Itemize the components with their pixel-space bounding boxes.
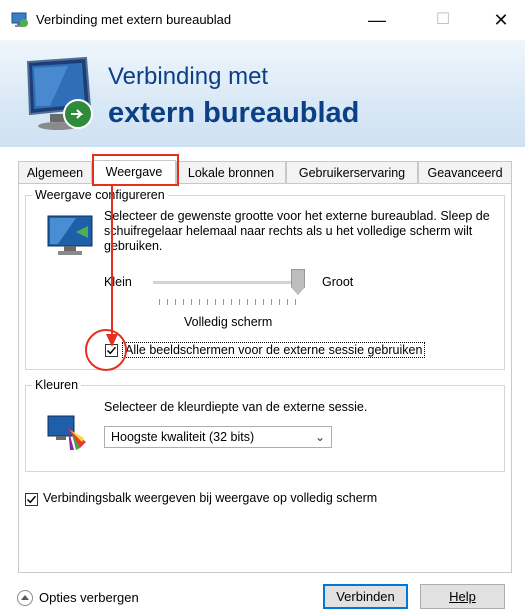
display-monitor-icon: [47, 215, 93, 255]
tab-highlight-annotation: [92, 154, 179, 186]
minimize-button[interactable]: —: [354, 0, 400, 40]
hide-options-link[interactable]: Opties verbergen: [39, 590, 139, 605]
remote-desktop-monitor-icon: [26, 56, 93, 130]
dialog-footer: Opties verbergen Verbinden Help: [0, 584, 525, 611]
color-depth-select[interactable]: Hoogste kwaliteit (32 bits) ⌄: [104, 426, 332, 448]
display-description: Selecteer de gewenste grootte voor het e…: [104, 209, 490, 253]
remote-desktop-app-icon: [11, 12, 28, 27]
tab-lokale-bronnen[interactable]: Lokale bronnen: [176, 161, 286, 184]
display-config-legend: Weergave configureren: [32, 188, 168, 202]
title-bar: Verbinding met extern bureaublad — ☐ ✕: [0, 0, 525, 40]
color-palette-icon: [47, 415, 86, 450]
connection-bar-checkbox[interactable]: [25, 493, 38, 506]
window-title: Verbinding met extern bureaublad: [36, 12, 232, 27]
colors-legend: Kleuren: [32, 378, 82, 392]
slider-value-label: Volledig scherm: [184, 315, 273, 329]
header-banner: Verbinding met extern bureaublad: [0, 40, 525, 147]
colors-group: Kleuren Selecteer de kleurdiepte van de …: [25, 378, 505, 472]
banner-title-line1: Verbinding met: [108, 63, 269, 90]
maximize-button[interactable]: ☐: [420, 0, 466, 40]
tab-geavanceerd[interactable]: Geavanceerd: [418, 161, 512, 184]
connection-bar-label[interactable]: Verbindingsbalk weergeven bij weergave o…: [43, 491, 377, 505]
circle-highlight-annotation: [85, 329, 127, 371]
close-button[interactable]: ✕: [478, 0, 524, 40]
checkmark-icon: [26, 495, 37, 504]
color-depth-value: Hoogste kwaliteit (32 bits): [111, 430, 255, 444]
red-arrow-annotation: [106, 186, 118, 347]
tab-gebruikerservaring[interactable]: Gebruikerservaring: [286, 161, 418, 184]
connect-button[interactable]: Verbinden: [323, 584, 408, 609]
collapse-up-icon[interactable]: [17, 590, 33, 606]
display-size-slider-thumb[interactable]: [291, 269, 305, 295]
help-button[interactable]: Help: [420, 584, 505, 609]
slider-max-label: Groot: [322, 275, 354, 289]
help-button-label: Help: [449, 589, 476, 604]
tab-algemeen[interactable]: Algemeen: [18, 161, 92, 184]
use-all-monitors-label[interactable]: Alle beeldschermen voor de externe sessi…: [122, 342, 426, 358]
colors-description: Selecteer de kleurdiepte van de externe …: [104, 400, 368, 414]
banner-title-line2: extern bureaublad: [108, 97, 360, 129]
display-size-slider-track[interactable]: [153, 281, 303, 284]
tab-panel-weergave: Weergave configureren Selecteer de gewen…: [18, 183, 512, 573]
slider-ticks: [159, 299, 299, 305]
chevron-down-icon: ⌄: [314, 430, 325, 444]
